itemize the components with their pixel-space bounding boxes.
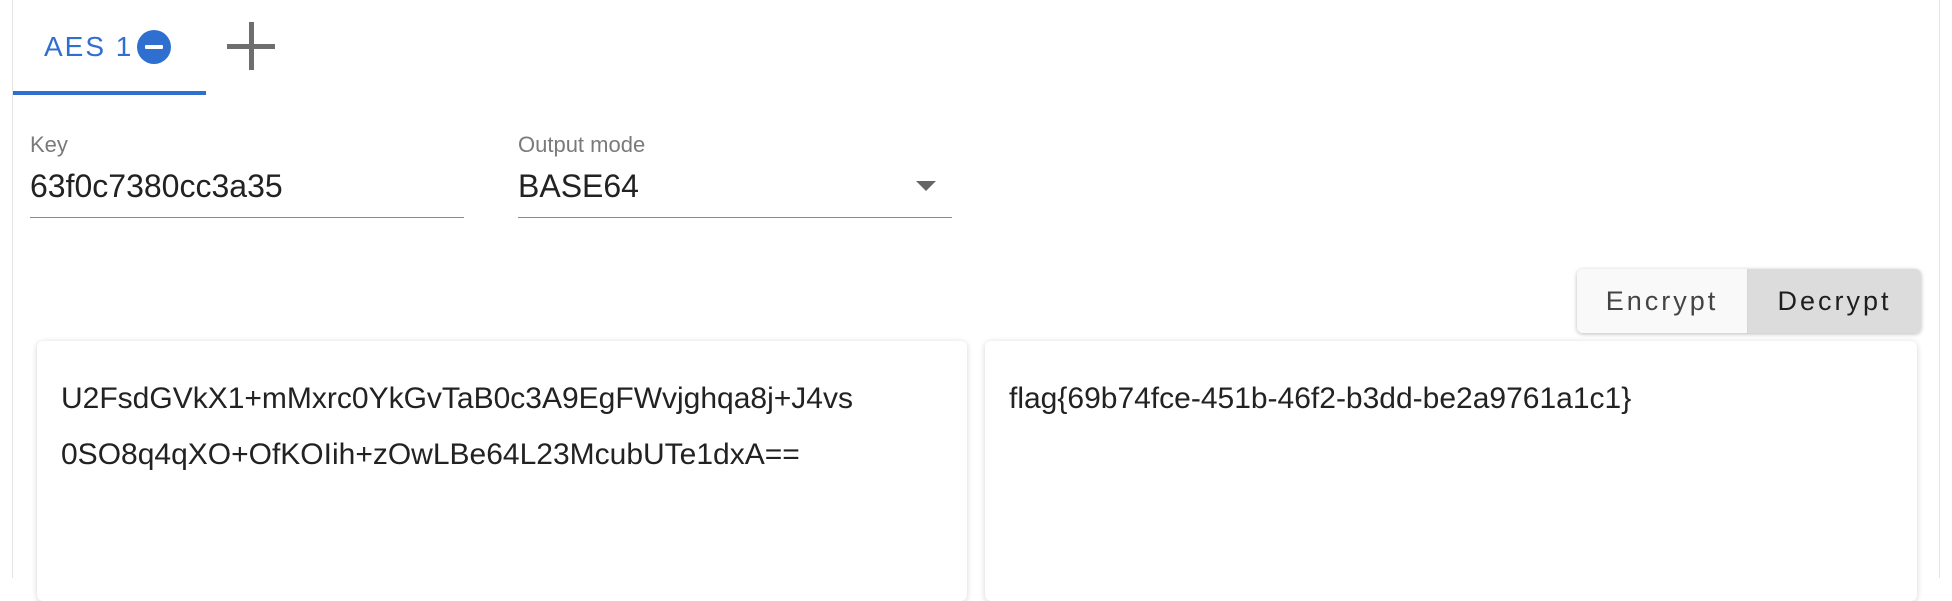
output-mode-underline xyxy=(518,217,952,218)
mode-toggle-group: Encrypt Decrypt xyxy=(1577,269,1921,333)
tab-aes-1[interactable]: AES 1 xyxy=(13,0,206,96)
caret-down-icon[interactable] xyxy=(916,181,936,191)
input-textarea[interactable]: U2FsdGVkX1+mMxrc0YkGvTaB0c3A9EgFWvjghqa8… xyxy=(37,341,967,601)
output-mode-value[interactable]: BASE64 xyxy=(518,168,952,205)
output-mode-select[interactable]: Output mode BASE64 xyxy=(518,128,952,220)
add-tab-plus-icon[interactable] xyxy=(223,18,279,74)
active-tab-indicator xyxy=(13,91,206,95)
input-line-2: 0SO8q4qXO+OfKOIih+zOwLBe64L23McubUTe1dxA… xyxy=(61,438,800,471)
key-input[interactable] xyxy=(30,168,464,205)
key-field[interactable]: Key xyxy=(30,128,464,220)
tab-label: AES 1 xyxy=(44,31,134,62)
output-textarea[interactable]: flag{69b74fce-451b-46f2-b3dd-be2a9761a1c… xyxy=(985,341,1917,601)
tab-bar: AES 1 xyxy=(13,0,413,96)
output-text: flag{69b74fce-451b-46f2-b3dd-be2a9761a1c… xyxy=(1009,382,1632,415)
key-label: Key xyxy=(30,132,68,157)
output-mode-label: Output mode xyxy=(518,132,646,157)
aes-tool-frame: AES 1 Key Output mode BASE64 Encrypt Dec… xyxy=(12,0,1940,601)
key-underline xyxy=(30,217,464,218)
encrypt-button[interactable]: Encrypt xyxy=(1577,269,1748,333)
remove-tab-icon[interactable] xyxy=(137,30,171,64)
input-line-1: U2FsdGVkX1+mMxrc0YkGvTaB0c3A9EgFWvjghqa8… xyxy=(61,382,853,415)
decrypt-button[interactable]: Decrypt xyxy=(1748,269,1921,333)
